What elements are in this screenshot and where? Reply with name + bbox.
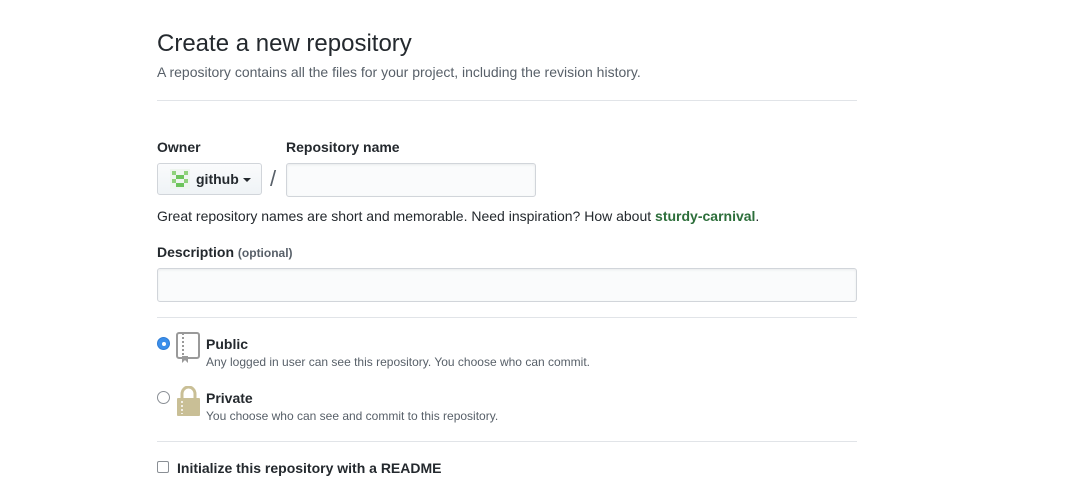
description-input[interactable] — [157, 268, 857, 302]
owner-name: github — [196, 171, 239, 187]
owner-avatar-icon — [170, 169, 190, 189]
private-radio[interactable] — [157, 391, 170, 404]
public-option-desc: Any logged in user can see this reposito… — [206, 355, 590, 369]
name-hint-end: . — [755, 208, 760, 224]
divider — [157, 441, 857, 442]
page-title: Create a new repository — [157, 30, 412, 57]
name-hint: Great repository names are short and mem… — [157, 207, 759, 225]
divider — [157, 100, 857, 101]
name-hint-text: Great repository names are short and mem… — [157, 208, 656, 224]
public-radio[interactable] — [157, 337, 170, 350]
repo-book-icon — [176, 332, 200, 363]
description-label: Description (optional) — [157, 243, 293, 262]
new-repository-page: Create a new repository A repository con… — [0, 0, 1076, 478]
repository-name-input[interactable] — [286, 163, 536, 197]
name-suggestion: sturdy-carnival — [655, 208, 756, 224]
divider — [157, 317, 857, 318]
repository-name-label: Repository name — [286, 139, 400, 155]
private-option-title: Private — [206, 390, 253, 406]
owner-select-button[interactable]: github — [157, 163, 262, 195]
init-readme-checkbox[interactable] — [157, 461, 169, 473]
public-option-title: Public — [206, 336, 249, 352]
description-label-text: Description — [157, 244, 235, 260]
lock-icon — [177, 386, 200, 416]
chevron-down-icon — [242, 178, 251, 182]
page-subtitle: A repository contains all the files for … — [157, 64, 641, 80]
owner-repo-separator: / — [270, 166, 277, 191]
private-option-desc: You choose who can see and commit to thi… — [206, 409, 499, 423]
init-readme-label[interactable]: Initialize this repository with a README — [177, 459, 441, 477]
description-optional: (optional) — [237, 246, 293, 260]
owner-label: Owner — [157, 139, 201, 155]
